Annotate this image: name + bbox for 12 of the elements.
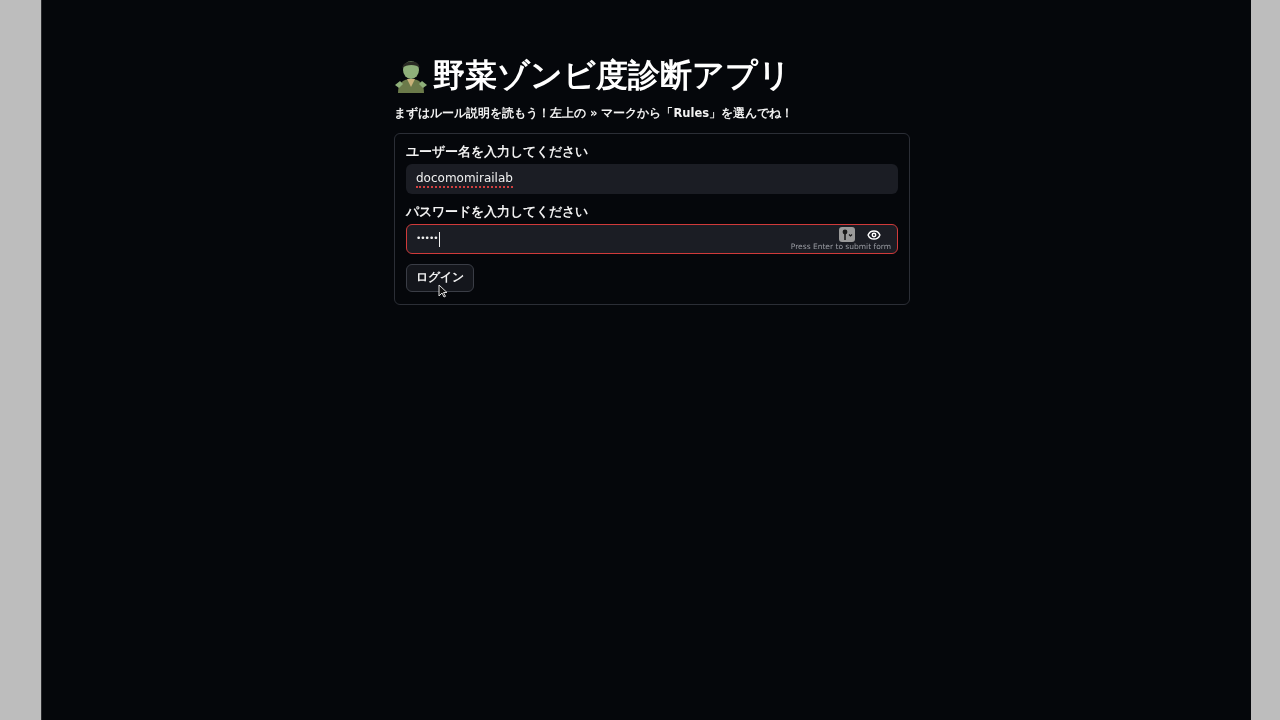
page-title: 野菜ゾンビ度診断アプリ bbox=[433, 55, 791, 95]
username-field[interactable]: docomomirailab bbox=[406, 164, 898, 194]
text-caret bbox=[438, 231, 441, 247]
show-password-icon[interactable] bbox=[867, 227, 881, 242]
mouse-pointer-icon bbox=[438, 284, 448, 298]
field-label: パスワードを入力してください bbox=[406, 204, 589, 220]
instruction-text: まずはルール説明を読もう！左上の » マークから「Rules」を選んでね！ bbox=[394, 105, 795, 121]
key-icon[interactable] bbox=[839, 227, 855, 242]
field-label: ユーザー名を入力してください bbox=[406, 144, 589, 160]
login-button[interactable]: ログイン bbox=[406, 264, 474, 292]
password-dots: ••••• bbox=[416, 232, 438, 245]
username-value: docomomirailab bbox=[416, 170, 513, 188]
